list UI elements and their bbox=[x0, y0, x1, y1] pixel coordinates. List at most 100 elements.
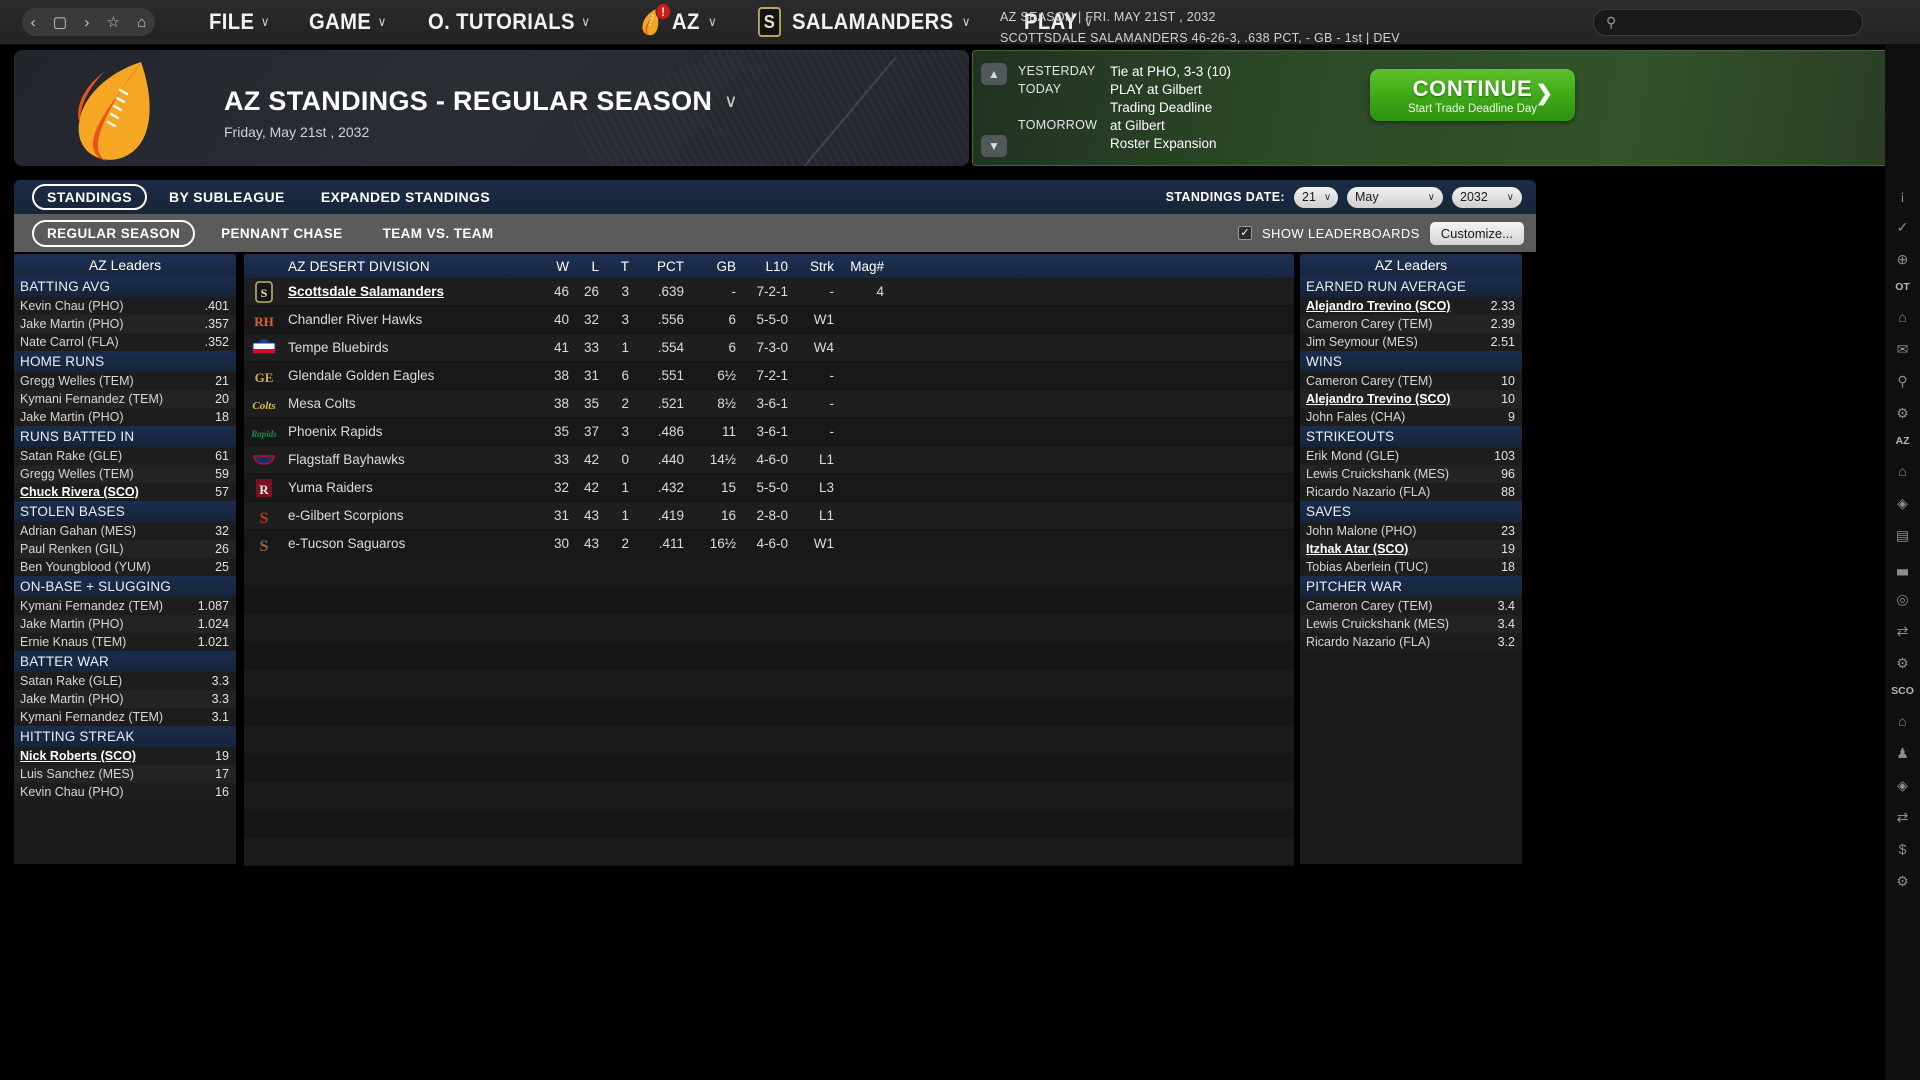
leader-player-name[interactable]: Kymani Fernandez (TEM) bbox=[20, 392, 163, 406]
table-row[interactable]: Tempe Bluebirds 41 33 1 .554 6 7-3-0 W4 bbox=[244, 334, 1294, 362]
table-row[interactable]: Rapids Phoenix Rapids 35 37 3 .486 11 3-6-1 - bbox=[244, 418, 1294, 446]
tab-pennant-chase[interactable]: PENNANT CHASE bbox=[207, 221, 356, 246]
team-name[interactable]: Yuma Raiders bbox=[284, 480, 539, 495]
table-row[interactable]: Flagstaff Bayhawks 33 42 0 .440 14½ 4-6-0 L1 bbox=[244, 446, 1294, 474]
menu-az[interactable]: ! AZ ∨ bbox=[638, 3, 717, 37]
gear-icon[interactable]: ⚙ bbox=[1890, 653, 1916, 673]
leader-player-name[interactable]: Lewis Cruickshank (MES) bbox=[1306, 617, 1449, 631]
eye-icon[interactable]: ◈ bbox=[1890, 493, 1916, 513]
leader-player-name[interactable]: Itzhak Atar (SCO) bbox=[1306, 542, 1408, 556]
leader-player-name[interactable]: Jim Seymour (MES) bbox=[1306, 335, 1418, 349]
table-row[interactable]: S Scottsdale Salamanders 46 26 3 .639 - 7-2-1 - 4 bbox=[244, 278, 1294, 306]
table-row[interactable]: Se-Tucson Saguaros 30 43 2 .411 16½ 4-6-0 W1 bbox=[244, 530, 1294, 558]
leader-player-name[interactable]: Jake Martin (PHO) bbox=[20, 410, 124, 424]
leader-player-name[interactable]: Alejandro Trevino (SCO) bbox=[1306, 392, 1450, 406]
check-icon[interactable]: ✓ bbox=[1890, 217, 1916, 237]
table-row[interactable]: Se-Gilbert Scorpions 31 43 1 .419 16 2-8-0 L1 bbox=[244, 502, 1294, 530]
forward-icon[interactable]: › bbox=[84, 15, 89, 30]
tab-standings[interactable]: STANDINGS bbox=[32, 184, 148, 210]
leader-player-name[interactable]: Alejandro Trevino (SCO) bbox=[1306, 299, 1450, 313]
menu-salamanders[interactable]: S SALAMANDERS ∨ bbox=[758, 7, 971, 37]
leader-player-name[interactable]: Kevin Chau (PHO) bbox=[20, 785, 124, 799]
standings-day-select[interactable]: 21 ∨ bbox=[1294, 186, 1338, 208]
table-row[interactable]: GE Glendale Golden Eagles 38 31 6 .551 6½ 7-2-1… bbox=[244, 362, 1294, 390]
leader-player-name[interactable]: Jake Martin (PHO) bbox=[20, 617, 124, 631]
alert-badge[interactable]: ! bbox=[655, 3, 672, 20]
show-leaderboards-checkbox[interactable]: ✓ bbox=[1237, 226, 1252, 240]
leader-player-name[interactable]: Jake Martin (PHO) bbox=[20, 317, 124, 331]
table-row[interactable]: R Yuma Raiders 32 42 1 .432 15 5-5-0 L3 bbox=[244, 474, 1294, 502]
continue-button[interactable]: CONTINUE Start Trade Deadline Day ❯ bbox=[1370, 69, 1575, 121]
leader-player-name[interactable]: Erik Mond (GLE) bbox=[1306, 449, 1399, 463]
tab-team-vs-team[interactable]: TEAM VS. TEAM bbox=[369, 221, 508, 246]
team-name[interactable]: Mesa Colts bbox=[284, 396, 539, 411]
leader-player-name[interactable]: Cameron Carey (TEM) bbox=[1306, 599, 1432, 613]
card-icon[interactable]: ▤ bbox=[1890, 525, 1916, 545]
home-icon[interactable]: ⌂ bbox=[1890, 711, 1916, 731]
gear-icon[interactable]: ⚙ bbox=[1890, 403, 1916, 423]
chevron-down-icon[interactable]: ∨ bbox=[724, 91, 737, 112]
menu-game[interactable]: GAME ∨ bbox=[309, 9, 387, 35]
leader-player-name[interactable]: Kymani Fernandez (TEM) bbox=[20, 599, 163, 613]
leader-player-name[interactable]: Satan Rake (GLE) bbox=[20, 674, 122, 688]
menu-file[interactable]: FILE ∨ bbox=[209, 9, 270, 35]
search-icon[interactable]: ⚲ bbox=[1890, 371, 1916, 391]
team-name[interactable]: Chandler River Hawks bbox=[284, 312, 539, 327]
team-name[interactable]: Tempe Bluebirds bbox=[284, 340, 539, 355]
header-strk[interactable]: Strk bbox=[788, 259, 834, 274]
leader-player-name[interactable]: Ricardo Nazario (FLA) bbox=[1306, 485, 1430, 499]
leader-player-name[interactable]: Satan Rake (GLE) bbox=[20, 449, 122, 463]
table-row[interactable]: Colts Mesa Colts 38 35 2 .521 8½ 3-6-1 - bbox=[244, 390, 1294, 418]
leader-player-name[interactable]: Tobias Aberlein (TUC) bbox=[1306, 560, 1428, 574]
leader-player-name[interactable]: Kevin Chau (PHO) bbox=[20, 299, 124, 313]
schedule-what[interactable]: PLAY at Gilbert bbox=[1110, 82, 1202, 97]
search-input[interactable]: ⚲ bbox=[1593, 9, 1863, 36]
baseball-icon[interactable]: ◎ bbox=[1890, 589, 1916, 609]
page-icon[interactable]: ▢ bbox=[53, 15, 67, 30]
team-name[interactable]: Glendale Golden Eagles bbox=[284, 368, 539, 383]
leader-player-name[interactable]: Paul Renken (GIL) bbox=[20, 542, 124, 556]
leader-player-name[interactable]: Kymani Fernandez (TEM) bbox=[20, 710, 163, 724]
leader-player-name[interactable]: Adrian Gahan (MES) bbox=[20, 524, 136, 538]
header-w[interactable]: W bbox=[539, 259, 569, 274]
leader-player-name[interactable]: Ernie Knaus (TEM) bbox=[20, 635, 126, 649]
home-icon[interactable]: ⌂ bbox=[1890, 461, 1916, 481]
trade-icon[interactable]: ⇄ bbox=[1890, 621, 1916, 641]
team-name[interactable]: Scottsdale Salamanders bbox=[284, 284, 539, 299]
gear-icon[interactable]: ⚙ bbox=[1890, 871, 1916, 891]
roster-icon[interactable]: ♟ bbox=[1890, 743, 1916, 763]
tab-regular-season[interactable]: REGULAR SEASON bbox=[32, 219, 196, 247]
leader-player-name[interactable]: Chuck Rivera (SCO) bbox=[20, 485, 139, 499]
home-icon[interactable]: ⌂ bbox=[137, 15, 146, 30]
leader-player-name[interactable]: John Fales (CHA) bbox=[1306, 410, 1405, 424]
team-name[interactable]: Phoenix Rapids bbox=[284, 424, 539, 439]
tab-by-subleague[interactable]: BY SUBLEAGUE bbox=[155, 185, 299, 209]
leader-player-name[interactable]: Ben Youngblood (YUM) bbox=[20, 560, 151, 574]
eye-icon[interactable]: ◈ bbox=[1890, 775, 1916, 795]
header-mag[interactable]: Mag# bbox=[834, 259, 884, 274]
dollar-icon[interactable]: $ bbox=[1890, 839, 1916, 859]
header-gb[interactable]: GB bbox=[684, 259, 736, 274]
leader-player-name[interactable]: Cameron Carey (TEM) bbox=[1306, 374, 1432, 388]
schedule-scroll-up-button[interactable]: ▲ bbox=[981, 63, 1007, 85]
leader-player-name[interactable]: Gregg Welles (TEM) bbox=[20, 374, 134, 388]
menu-tutorials[interactable]: O. TUTORIALS ∨ bbox=[428, 9, 590, 35]
schedule-what[interactable]: Tie at PHO, 3-3 (10) bbox=[1110, 64, 1231, 79]
schedule-what[interactable]: Roster Expansion bbox=[1110, 136, 1217, 151]
tab-expanded-standings[interactable]: EXPANDED STANDINGS bbox=[307, 185, 504, 209]
table-row[interactable]: RH Chandler River Hawks 40 32 3 .556 6 5-5-0 W1 bbox=[244, 306, 1294, 334]
leader-player-name[interactable]: Gregg Welles (TEM) bbox=[20, 467, 134, 481]
header-t[interactable]: T bbox=[599, 259, 629, 274]
header-l10[interactable]: L10 bbox=[736, 259, 788, 274]
leader-player-name[interactable]: Nick Roberts (SCO) bbox=[20, 749, 136, 763]
lightbulb-icon[interactable]: ¡ bbox=[1890, 185, 1916, 205]
schedule-scroll-down-button[interactable]: ▼ bbox=[981, 135, 1007, 157]
home-icon[interactable]: ⌂ bbox=[1890, 307, 1916, 327]
customize-button[interactable]: Customize... bbox=[1429, 221, 1524, 245]
leader-player-name[interactable]: Cameron Carey (TEM) bbox=[1306, 317, 1432, 331]
header-pct[interactable]: PCT bbox=[629, 259, 684, 274]
leader-player-name[interactable]: Jake Martin (PHO) bbox=[20, 692, 124, 706]
leader-player-name[interactable]: Lewis Cruickshank (MES) bbox=[1306, 467, 1449, 481]
leader-player-name[interactable]: Nate Carrol (FLA) bbox=[20, 335, 119, 349]
back-icon[interactable]: ‹ bbox=[31, 15, 36, 30]
